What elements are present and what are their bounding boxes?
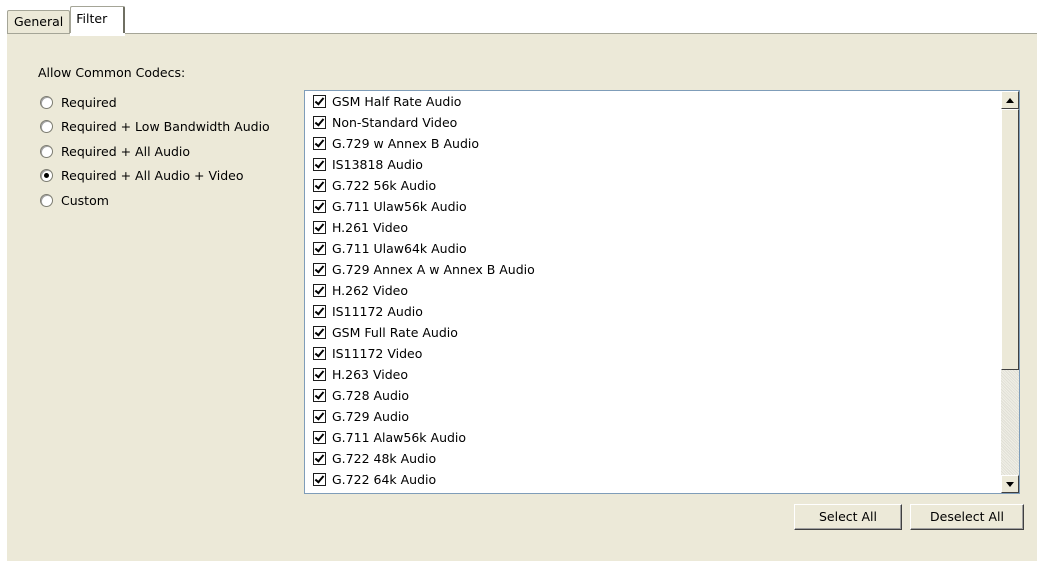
codec-list-item[interactable]: G.722 64k Audio bbox=[305, 469, 999, 490]
allow-common-codecs-label: Allow Common Codecs: bbox=[38, 65, 186, 80]
select-all-button[interactable]: Select All bbox=[794, 504, 902, 530]
codec-checkbox[interactable] bbox=[313, 200, 326, 213]
scroll-down-button[interactable] bbox=[1001, 475, 1019, 493]
codec-checkbox[interactable] bbox=[313, 284, 326, 297]
codec-checkbox[interactable] bbox=[313, 137, 326, 150]
codec-label: G.711 Ulaw64k Audio bbox=[332, 241, 467, 256]
codec-checkbox[interactable] bbox=[313, 305, 326, 318]
radio-button[interactable] bbox=[40, 144, 53, 158]
codec-list-item[interactable]: G.711 Alaw56k Audio bbox=[305, 427, 999, 448]
codec-checkbox[interactable] bbox=[313, 389, 326, 402]
codec-label: H.261 Video bbox=[332, 220, 409, 235]
codec-checkbox[interactable] bbox=[313, 221, 326, 234]
codec-checkbox[interactable] bbox=[313, 452, 326, 465]
codec-checkbox[interactable] bbox=[313, 95, 326, 108]
codec-list-item[interactable]: G.728 Audio bbox=[305, 385, 999, 406]
codec-list-item[interactable]: GSM Full Rate Audio bbox=[305, 322, 999, 343]
codec-list-item[interactable]: G.722 56k Audio bbox=[305, 175, 999, 196]
codec-checkbox[interactable] bbox=[313, 263, 326, 276]
codec-checkbox[interactable] bbox=[313, 158, 326, 171]
radio-button[interactable] bbox=[40, 120, 53, 134]
codec-list-item[interactable]: GSM Half Rate Audio bbox=[305, 91, 999, 112]
filter-panel: Allow Common Codecs: Required Required + … bbox=[7, 33, 1037, 561]
deselect-all-button[interactable]: Deselect All bbox=[910, 504, 1024, 530]
codec-checkbox[interactable] bbox=[313, 473, 326, 486]
codec-checkbox[interactable] bbox=[313, 431, 326, 444]
triangle-up-icon bbox=[1006, 98, 1014, 103]
codec-label: G.722 56k Audio bbox=[332, 178, 437, 193]
codec-list-item[interactable]: G.729 Audio bbox=[305, 406, 999, 427]
codec-checkbox[interactable] bbox=[313, 347, 326, 360]
radio-button[interactable] bbox=[40, 193, 53, 207]
codec-label: IS11172 Audio bbox=[332, 304, 423, 319]
codec-list-item[interactable]: Non-Standard Video bbox=[305, 112, 999, 133]
codec-listbox[interactable]: GSM Half Rate Audio Non-Standard Video G.7… bbox=[304, 90, 1020, 494]
codec-label: Non-Standard Video bbox=[332, 115, 458, 130]
codec-preset-option[interactable]: Required + All Audio bbox=[40, 139, 270, 164]
radio-label: Required bbox=[61, 94, 117, 110]
codec-list-scrollbar[interactable] bbox=[1001, 91, 1019, 493]
codec-label: GSM Half Rate Audio bbox=[332, 94, 462, 109]
scroll-up-button[interactable] bbox=[1001, 91, 1019, 109]
codec-list-item[interactable]: G.711 Ulaw56k Audio bbox=[305, 196, 999, 217]
tab-general[interactable]: General bbox=[7, 10, 71, 33]
codec-list-item[interactable]: IS11172 Audio bbox=[305, 301, 999, 322]
codec-checkbox[interactable] bbox=[313, 179, 326, 192]
codec-preset-option[interactable]: Required bbox=[40, 90, 270, 115]
codec-preset-option[interactable]: Custom bbox=[40, 188, 270, 213]
codec-label: IS13818 Audio bbox=[332, 157, 423, 172]
radio-button[interactable] bbox=[40, 95, 53, 109]
codec-label: G.728 Audio bbox=[332, 388, 410, 403]
codec-list-item[interactable]: IS11172 Video bbox=[305, 343, 999, 364]
tab-filter[interactable]: Filter bbox=[70, 6, 126, 36]
codec-list-item[interactable]: G.711 Ulaw64k Audio bbox=[305, 238, 999, 259]
codec-label: GSM Full Rate Audio bbox=[332, 325, 458, 340]
radio-label: Required + Low Bandwidth Audio bbox=[61, 119, 270, 135]
codec-label: G.711 Alaw56k Audio bbox=[332, 430, 467, 445]
codec-list-item[interactable]: H.262 Video bbox=[305, 280, 999, 301]
radio-label: Required + All Audio bbox=[61, 143, 191, 159]
codec-label: G.722 48k Audio bbox=[332, 451, 437, 466]
tab-strip: General Filter bbox=[7, 6, 126, 36]
codec-list-item[interactable]: H.263 Video bbox=[305, 364, 999, 385]
codec-checkbox[interactable] bbox=[313, 368, 326, 381]
scrollbar-thumb[interactable] bbox=[1001, 109, 1019, 370]
radio-label: Required + All Audio + Video bbox=[61, 168, 244, 184]
codec-checkbox[interactable] bbox=[313, 326, 326, 339]
codec-list-item[interactable]: G.729 w Annex B Audio bbox=[305, 133, 999, 154]
codec-preset-radio-group: Required Required + Low Bandwidth Audio Re… bbox=[40, 90, 270, 213]
codec-list-item[interactable]: IS13818 Audio bbox=[305, 154, 999, 175]
codec-checkbox[interactable] bbox=[313, 410, 326, 423]
codec-label: G.729 Audio bbox=[332, 409, 410, 424]
codec-label: G.729 w Annex B Audio bbox=[332, 136, 480, 151]
codec-label: IS11172 Video bbox=[332, 346, 423, 361]
codec-label: G.711 Ulaw56k Audio bbox=[332, 199, 467, 214]
codec-checkbox[interactable] bbox=[313, 116, 326, 129]
codec-preset-option[interactable]: Required + All Audio + Video bbox=[40, 164, 270, 189]
codec-list-items: GSM Half Rate Audio Non-Standard Video G.7… bbox=[305, 91, 999, 490]
codec-list-item[interactable]: H.261 Video bbox=[305, 217, 999, 238]
codec-list-item[interactable]: G.729 Annex A w Annex B Audio bbox=[305, 259, 999, 280]
codec-list-item[interactable]: G.722 48k Audio bbox=[305, 448, 999, 469]
radio-label: Custom bbox=[61, 192, 109, 208]
codec-label: H.262 Video bbox=[332, 283, 409, 298]
codec-label: H.263 Video bbox=[332, 367, 409, 382]
codec-checkbox[interactable] bbox=[313, 242, 326, 255]
triangle-down-icon bbox=[1006, 482, 1014, 487]
codec-settings-window: General Filter Allow Common Codecs: Requ… bbox=[0, 0, 1044, 563]
codec-label: G.722 64k Audio bbox=[332, 472, 437, 487]
codec-preset-option[interactable]: Required + Low Bandwidth Audio bbox=[40, 115, 270, 140]
radio-button[interactable] bbox=[40, 169, 53, 183]
codec-label: G.729 Annex A w Annex B Audio bbox=[332, 262, 535, 277]
